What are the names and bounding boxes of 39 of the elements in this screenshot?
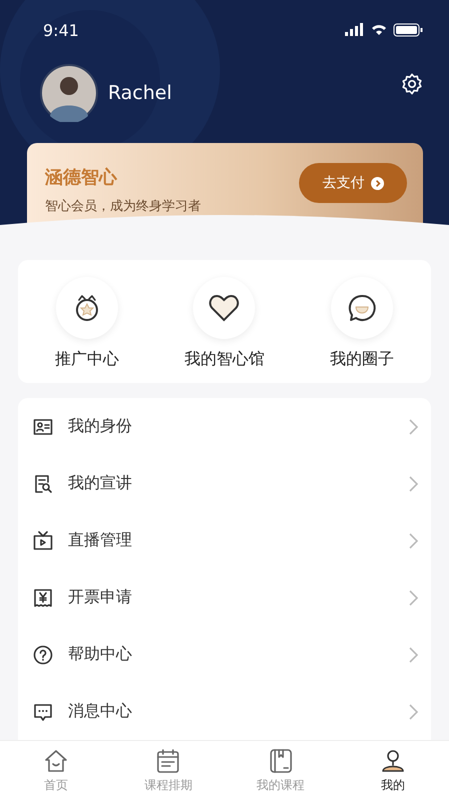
home-icon bbox=[43, 748, 70, 774]
document-icon bbox=[33, 474, 53, 494]
settings-icon[interactable] bbox=[401, 73, 423, 95]
chevron-right-icon bbox=[409, 476, 419, 492]
shortcut-label[interactable]: 我的智心馆 bbox=[184, 349, 264, 370]
id-card-icon bbox=[33, 416, 53, 436]
chevron-right-icon bbox=[409, 418, 419, 434]
wifi-icon bbox=[372, 25, 386, 35]
tv-icon bbox=[33, 530, 53, 550]
battery-icon bbox=[394, 24, 422, 36]
chevron-right-icon bbox=[409, 590, 419, 606]
membership-title: 涵德智心 bbox=[45, 166, 118, 189]
profile-icon bbox=[380, 748, 406, 774]
heart-icon bbox=[208, 294, 240, 322]
membership-subtitle: 智心会员，成为终身学习者 bbox=[45, 198, 201, 215]
receipt-icon bbox=[33, 588, 53, 608]
menu-item[interactable]: 帮助中心 bbox=[68, 644, 394, 665]
menu-item[interactable]: 开票申请 bbox=[68, 587, 394, 608]
shortcut-label[interactable]: 推广中心 bbox=[54, 349, 119, 370]
pay-button[interactable]: 去支付 bbox=[299, 163, 407, 203]
tab-item[interactable]: 我的 bbox=[336, 741, 449, 800]
menu-item[interactable]: 直播管理 bbox=[68, 530, 394, 551]
help-icon bbox=[33, 644, 53, 664]
chat-bubble-icon bbox=[347, 293, 378, 323]
shortcut-label[interactable]: 我的圈子 bbox=[330, 349, 394, 370]
menu-item[interactable]: 消息中心 bbox=[68, 701, 394, 722]
user-name: Rachel bbox=[108, 82, 173, 104]
calendar-icon bbox=[155, 748, 182, 774]
status-time: 9:41 bbox=[43, 20, 79, 40]
avatar[interactable] bbox=[40, 64, 98, 122]
menu-item[interactable]: 我的身份 bbox=[68, 416, 394, 437]
chevron-right-icon bbox=[409, 704, 419, 720]
chevron-right-icon bbox=[409, 532, 419, 548]
book-icon bbox=[268, 748, 294, 774]
chevron-right-icon bbox=[409, 646, 419, 662]
signal-icon bbox=[345, 23, 363, 36]
menu-item[interactable]: 我的宣讲 bbox=[68, 473, 394, 494]
message-icon bbox=[33, 702, 53, 722]
chevron-circle-icon bbox=[370, 176, 384, 190]
